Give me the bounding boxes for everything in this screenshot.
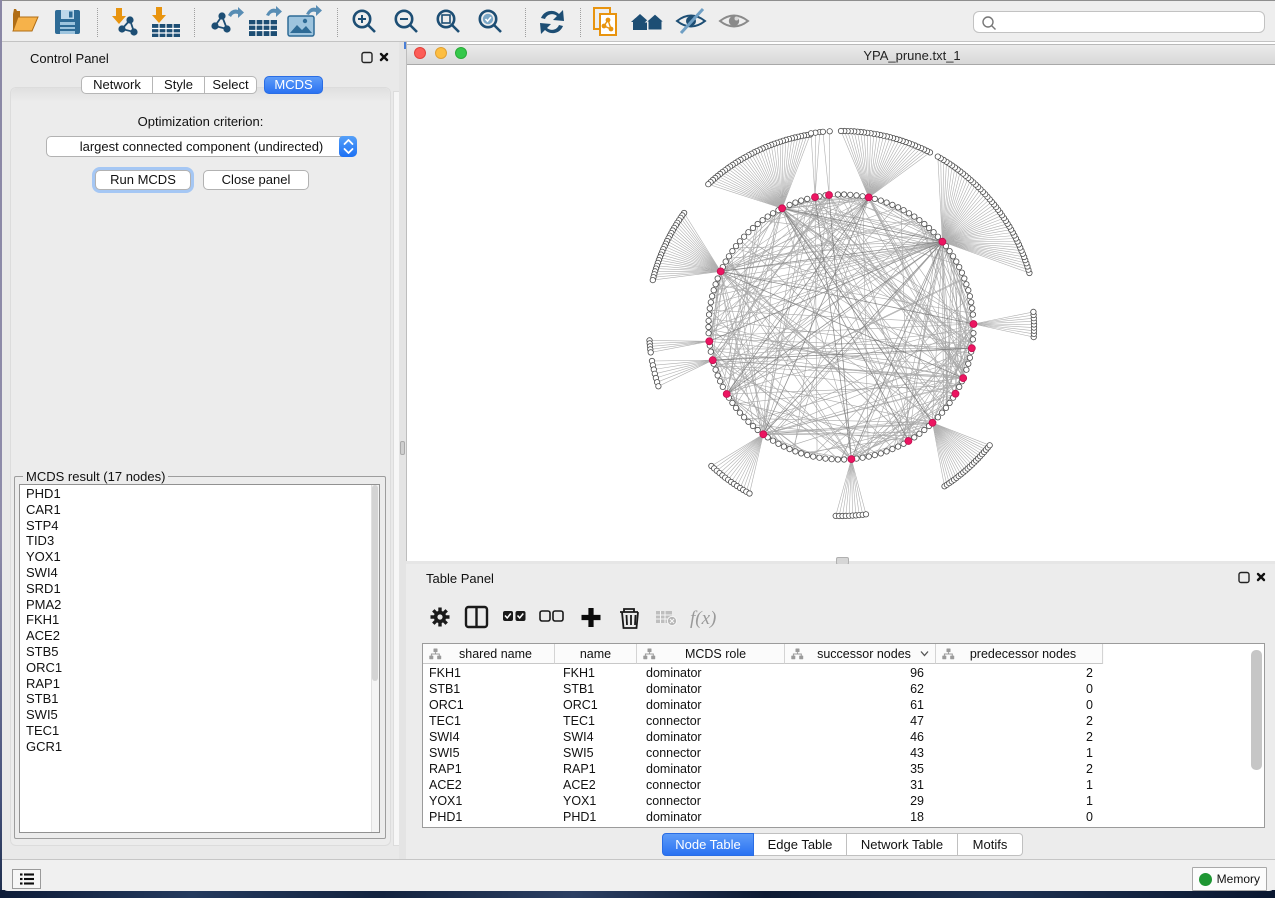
svg-text:f(x): f(x) bbox=[690, 608, 716, 629]
